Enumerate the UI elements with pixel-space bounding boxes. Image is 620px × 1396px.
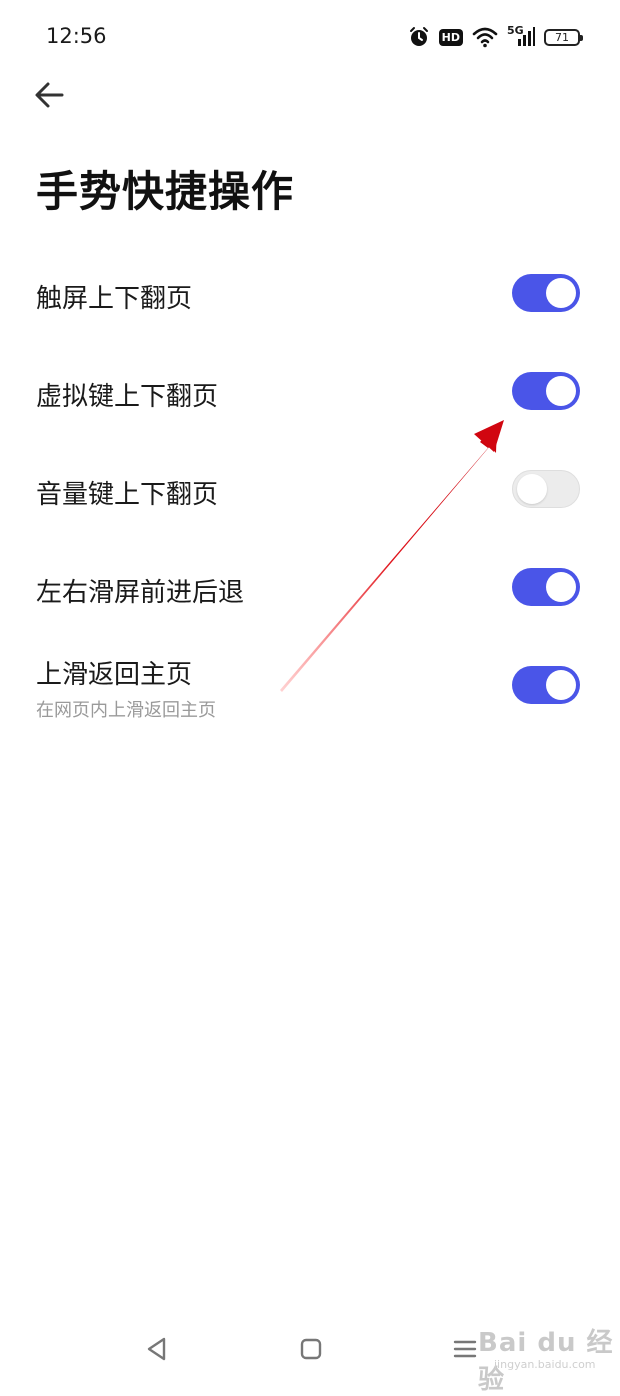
menu-icon [453,1340,477,1358]
hd-icon: HD [438,28,463,46]
setting-row-swipe-up-home[interactable]: 上滑返回主页 在网页内上滑返回主页 [0,636,620,736]
nav-back-button[interactable] [140,1332,174,1366]
battery-level: 71 [555,30,569,44]
setting-sublabel: 在网页内上滑返回主页 [36,700,216,721]
watermark-url: jingyan.baidu.com [494,1358,596,1371]
toggle-swipe-up-home[interactable] [512,666,580,704]
arrow-left-icon [35,82,64,108]
setting-row-virtual-key-page[interactable]: 虚拟键上下翻页 [0,342,620,440]
status-icons: HD 5G 71 [408,24,583,50]
toggle-volume-key-page[interactable] [512,470,580,508]
setting-row-swipe-nav[interactable]: 左右滑屏前进后退 [0,538,620,636]
battery-icon: 71 [544,28,583,46]
toggle-virtual-key-page[interactable] [512,372,580,410]
setting-label: 上滑返回主页 [36,660,193,690]
toggle-touch-page[interactable] [512,274,580,312]
home-square-icon [300,1338,322,1360]
status-time: 12:56 [46,24,107,48]
nav-home-button[interactable] [294,1332,328,1366]
nav-menu-button[interactable] [448,1332,482,1366]
status-bar: 12:56 HD 5G 71 [0,0,620,74]
signal-icon: 5G [507,24,535,48]
alarm-icon [409,27,428,46]
back-button[interactable] [30,74,72,116]
setting-label: 音量键上下翻页 [36,480,219,510]
wifi-icon [472,27,498,48]
setting-label: 左右滑屏前进后退 [36,578,245,608]
toggle-swipe-nav[interactable] [512,568,580,606]
page-title: 手势快捷操作 [36,167,295,216]
setting-row-volume-key-page[interactable]: 音量键上下翻页 [0,440,620,538]
setting-label: 虚拟键上下翻页 [36,382,219,412]
setting-label: 触屏上下翻页 [36,284,193,314]
setting-row-touch-page[interactable]: 触屏上下翻页 [0,244,620,342]
back-triangle-icon [147,1337,166,1361]
